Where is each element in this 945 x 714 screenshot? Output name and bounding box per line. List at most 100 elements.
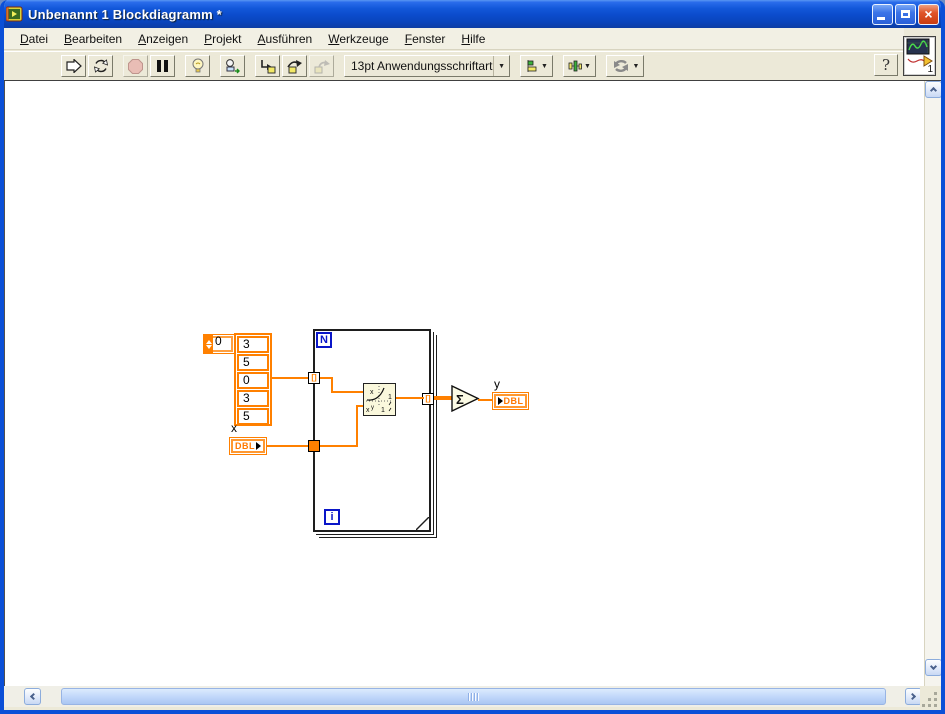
scalar-input-tunnel[interactable] [308,440,320,452]
menu-key: A [138,31,147,46]
menu-hilfe[interactable]: Hilfe [453,30,493,48]
wire-array-to-sum[interactable] [434,396,452,400]
labview-app-icon [6,6,23,22]
menu-rest: ilfe [470,31,486,46]
reorder-icon [613,60,628,72]
loop-count-terminal[interactable]: N [316,332,332,348]
menu-key: F [404,31,413,46]
run-button[interactable] [61,55,86,77]
minimize-button[interactable] [872,3,893,25]
y-indicator-label[interactable]: y [494,377,500,391]
vi-icon-pane[interactable]: 1 [903,36,936,76]
menu-datei[interactable]: Datei [12,30,56,48]
wire-tunnel-b2[interactable] [356,406,358,447]
wire-tunnel-a3[interactable] [331,391,364,393]
menu-rest: erkzeuge [339,31,389,46]
array-element-3[interactable]: 3 [237,390,269,407]
menu-projekt[interactable]: Projekt [196,30,249,48]
resize-grip-icon [922,692,937,707]
abort-icon [128,58,143,74]
step-over-button[interactable] [282,55,307,77]
close-icon: × [924,6,933,22]
menu-werkzeuge[interactable]: Werkzeuge [320,30,396,48]
retain-wire-values-icon [226,59,240,74]
power-of-x-node[interactable]: x 1 x y 1 [363,383,396,416]
maximize-button[interactable] [895,3,916,25]
add-array-elements-node[interactable]: Σ [451,385,480,412]
vertical-scrollbar[interactable] [924,81,941,703]
scroll-up-button[interactable] [925,81,941,98]
run-continuous-button[interactable] [88,55,113,77]
svg-text:y: y [371,405,374,411]
minimize-icon [877,16,885,20]
menu-anzeigen[interactable]: Anzeigen [130,30,196,48]
array-index-value: 0 [215,334,222,348]
run-arrow-icon [65,59,82,73]
chevron-down-icon [929,662,938,671]
toolbar: 13pt Anwendungsschriftart ▼ ▼ ▼ ▼ [4,51,904,80]
close-button[interactable]: × [918,3,939,25]
pause-icon [157,60,168,72]
resize-grip[interactable] [920,686,941,710]
step-into-button[interactable] [255,55,280,77]
block-diagram-canvas[interactable]: 0 3 5 0 3 5 x DBL N i [] [] x 1 x y 1 Σ … [4,81,924,686]
loop-fold-corner-icon [416,517,429,530]
spinner-down-icon [205,344,212,349]
wire-tunnel-b1[interactable] [320,445,358,447]
menu-key: P [204,31,213,46]
help-icon: ? [881,56,891,74]
titlebar[interactable]: Unbenannt 1 Blockdiagramm * × [4,0,941,28]
step-into-icon [261,60,276,74]
menu-rest: nzeigen [146,31,189,46]
array-index-box[interactable]: 0 [203,334,235,354]
array-element-2[interactable]: 0 [237,372,269,389]
auto-index-output-tunnel[interactable]: [] [422,393,434,405]
context-help-button[interactable]: ? [874,54,898,76]
loop-iteration-terminal[interactable]: i [324,509,340,525]
array-index-spinner[interactable] [204,335,213,353]
menu-bearbeiten[interactable]: Bearbeiten [56,30,130,48]
abort-button [123,55,148,77]
horizontal-scroll-thumb[interactable] [61,688,886,705]
for-loop[interactable]: N i [313,329,431,532]
menu-fenster[interactable]: Fenster [397,30,454,48]
array-constant[interactable]: 3 5 0 3 5 [234,333,272,426]
font-selector[interactable]: 13pt Anwendungsschriftart ▼ [344,55,510,77]
x-control-label[interactable]: x [231,421,237,435]
y-indicator-terminal[interactable]: DBL [492,392,529,410]
light-bulb-icon [192,58,203,72]
distribute-objects-button[interactable]: ▼ [563,55,596,77]
auto-index-input-tunnel[interactable]: [] [308,372,320,384]
scroll-left-button[interactable] [24,688,41,705]
retain-wire-values-button[interactable] [220,55,245,77]
menu-ausfuehren[interactable]: Ausführen [250,30,321,48]
step-out-icon [314,60,330,74]
horizontal-scrollbar[interactable] [4,686,924,707]
array-element-4[interactable]: 5 [237,408,269,425]
array-element-1[interactable]: 5 [237,354,269,371]
chevron-right-icon [908,692,917,701]
reorder-objects-button[interactable]: ▼ [606,55,644,77]
scroll-down-button[interactable] [925,659,941,676]
indicator-input-arrow-icon [497,397,503,405]
wire-node-to-tunnel[interactable] [396,397,424,399]
pause-button[interactable] [150,55,175,77]
menu-rest: enster [412,31,446,46]
chevron-down-icon[interactable]: ▼ [493,56,509,76]
align-objects-button[interactable]: ▼ [520,55,553,77]
wire-sum-to-y[interactable] [478,399,492,401]
highlight-execution-button[interactable] [185,55,210,77]
spinner-up-icon [205,339,212,344]
x-control-type: DBL [235,441,255,451]
menu-rest: rojekt [212,31,242,46]
menubar: Datei Bearbeiten Anzeigen Projekt Ausfüh… [4,28,904,50]
menu-key: D [20,31,29,46]
array-element-0[interactable]: 3 [237,336,269,353]
chevron-up-icon [929,86,938,95]
chevron-down-icon: ▼ [584,62,591,70]
step-over-icon [287,60,302,74]
maximize-icon [901,10,910,18]
x-control-terminal[interactable]: DBL [229,437,267,455]
menu-key: H [461,31,471,46]
labview-block-diagram-window: Unbenannt 1 Blockdiagramm * × Datei Bear… [0,0,945,714]
